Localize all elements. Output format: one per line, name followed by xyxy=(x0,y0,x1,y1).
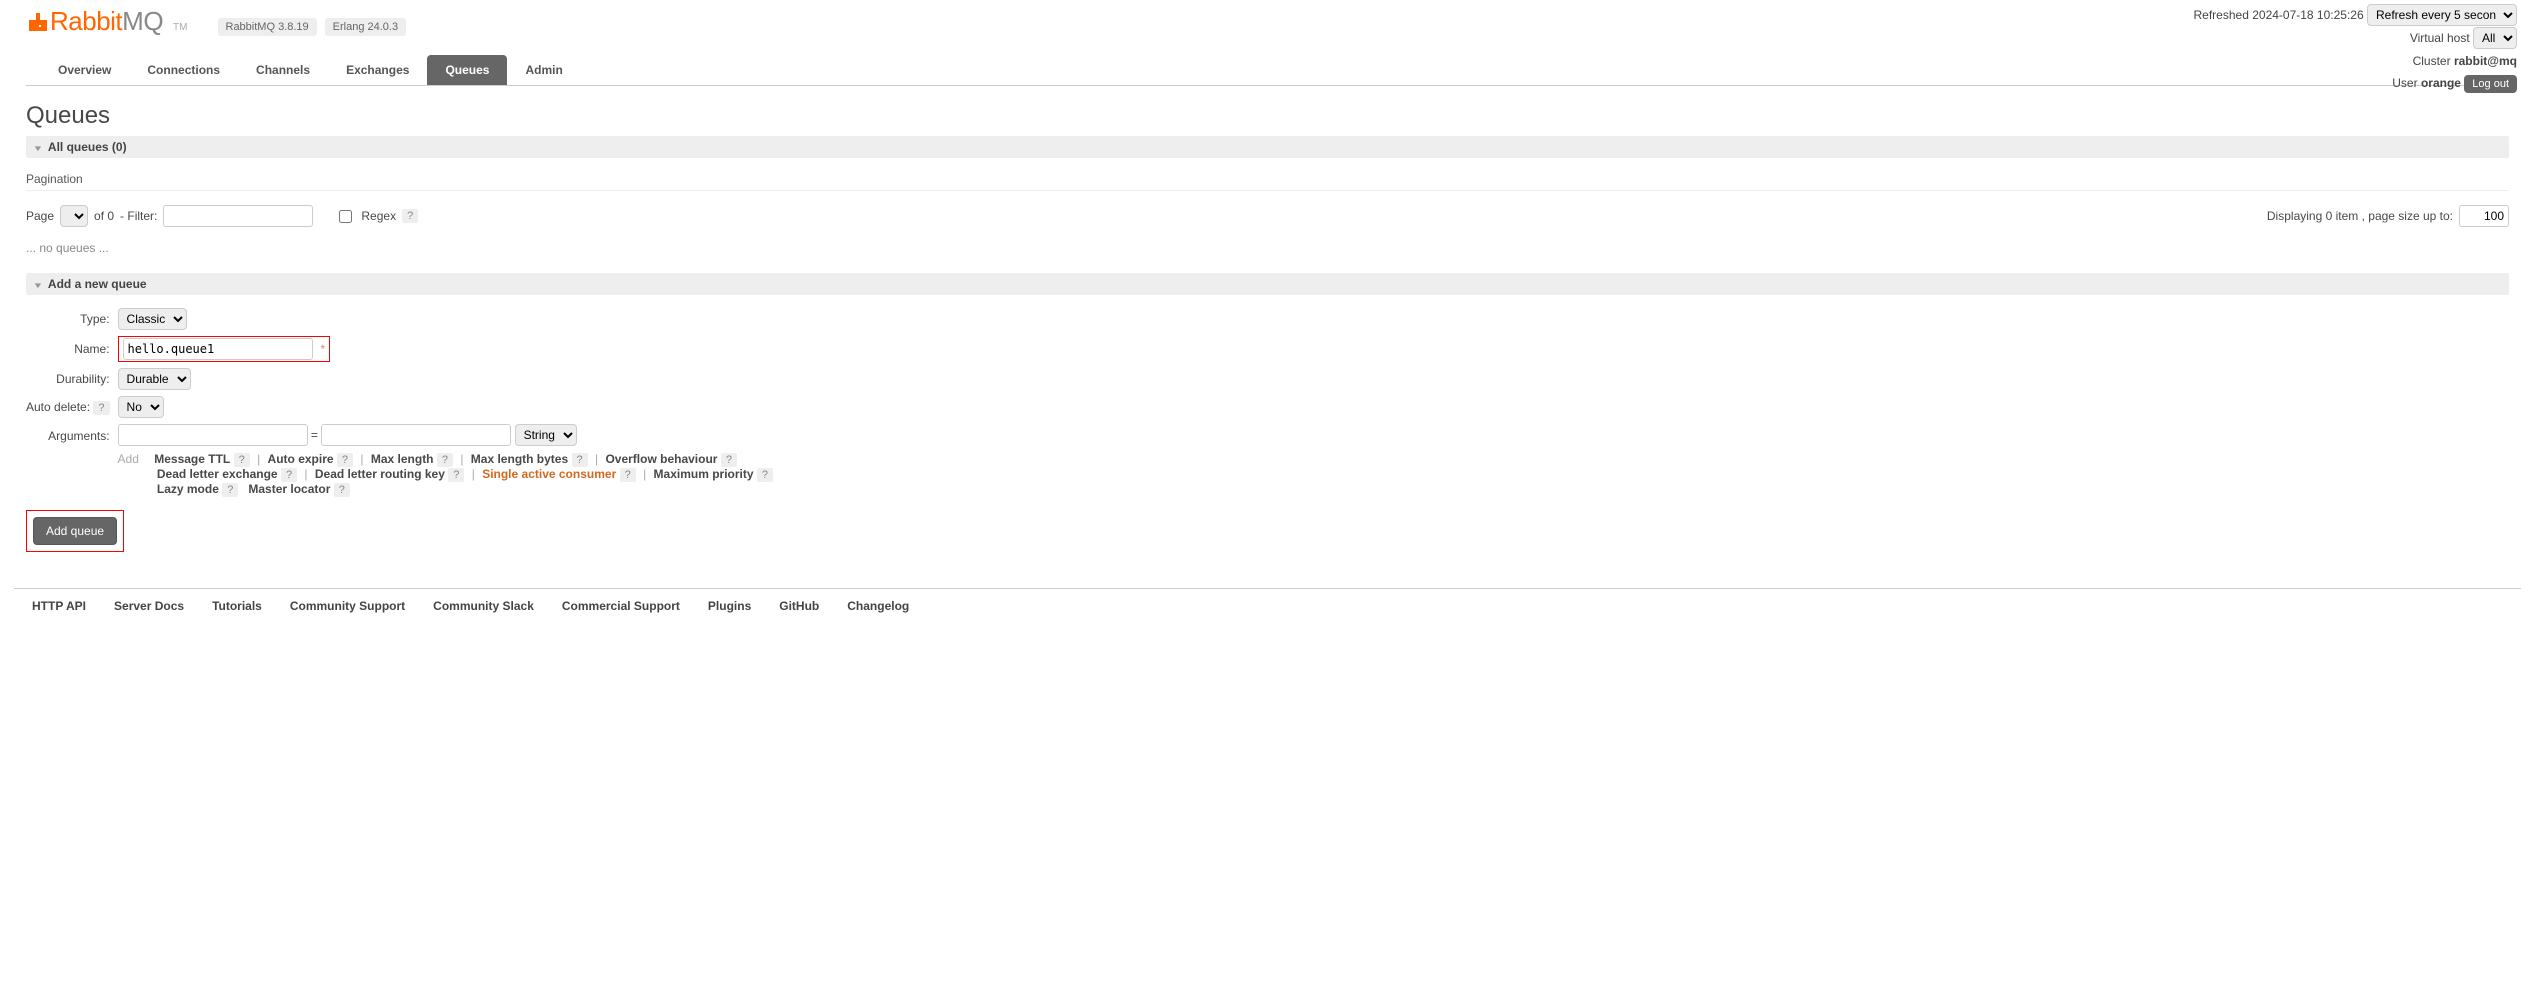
args-add-label: Add xyxy=(118,452,139,466)
version-rabbitmq: RabbitMQ 3.8.19 xyxy=(218,18,317,36)
arg-max-length[interactable]: Max length xyxy=(371,452,434,466)
arg-message-ttl[interactable]: Message TTL xyxy=(154,452,230,466)
version-erlang: Erlang 24.0.3 xyxy=(325,18,406,36)
argument-key-input[interactable] xyxy=(118,424,308,446)
logo-tm: TM xyxy=(173,22,187,33)
page-title: Queues xyxy=(26,102,2509,130)
help-icon[interactable]: ? xyxy=(281,468,297,482)
regex-help-icon[interactable]: ? xyxy=(402,209,418,223)
page-select[interactable] xyxy=(60,205,88,227)
cluster-value: rabbit@mq xyxy=(2454,54,2517,68)
help-icon[interactable]: ? xyxy=(757,468,773,482)
arguments-label: Arguments: xyxy=(26,421,118,500)
refresh-interval-select[interactable]: Refresh every 5 seconds xyxy=(2367,4,2517,26)
filter-label: - Filter: xyxy=(120,209,157,223)
regex-label: Regex xyxy=(361,209,396,223)
durability-label: Durability: xyxy=(26,365,118,393)
tab-overview[interactable]: Overview xyxy=(40,55,129,85)
footer-http-api[interactable]: HTTP API xyxy=(32,599,86,613)
name-label: Name: xyxy=(26,333,118,365)
vhost-label: Virtual host xyxy=(2410,31,2470,45)
argument-value-input[interactable] xyxy=(321,424,511,446)
regex-checkbox[interactable] xyxy=(339,210,352,223)
page-size-input[interactable] xyxy=(2459,205,2509,227)
help-icon[interactable]: ? xyxy=(620,468,636,482)
section-add-queue[interactable]: Add a new queue xyxy=(26,273,2509,295)
vhost-select[interactable]: All xyxy=(2473,27,2517,49)
help-icon[interactable]: ? xyxy=(721,453,737,467)
help-icon[interactable]: ? xyxy=(337,453,353,467)
logo-text-rabbit: Rabbit xyxy=(50,6,122,36)
no-queues-message: ... no queues ... xyxy=(26,241,2509,255)
help-icon[interactable]: ? xyxy=(222,483,238,497)
autodelete-help-icon[interactable]: ? xyxy=(93,401,109,415)
tab-queues[interactable]: Queues xyxy=(427,55,507,85)
arg-overflow-behaviour[interactable]: Overflow behaviour xyxy=(605,452,717,466)
help-icon[interactable]: ? xyxy=(572,453,588,467)
arg-single-active-consumer[interactable]: Single active consumer xyxy=(482,467,616,481)
logout-button[interactable]: Log out xyxy=(2464,75,2517,93)
pagination-caption: Pagination xyxy=(26,172,2509,191)
equals-label: = xyxy=(311,428,318,442)
arg-maximum-priority[interactable]: Maximum priority xyxy=(654,467,754,481)
arg-master-locator[interactable]: Master locator xyxy=(248,482,330,496)
type-label: Type: xyxy=(26,305,118,333)
footer-community-slack[interactable]: Community Slack xyxy=(433,599,534,613)
arg-lazy-mode[interactable]: Lazy mode xyxy=(157,482,219,496)
logo-text-mq: MQ xyxy=(122,6,163,36)
filter-input[interactable] xyxy=(163,205,313,227)
help-icon[interactable]: ? xyxy=(437,453,453,467)
tab-channels[interactable]: Channels xyxy=(238,55,328,85)
footer-plugins[interactable]: Plugins xyxy=(708,599,751,613)
durability-select[interactable]: Durable xyxy=(118,368,191,390)
user-value: orange xyxy=(2421,76,2461,90)
of-label: of 0 xyxy=(94,209,114,223)
section-all-queues[interactable]: All queues (0) xyxy=(26,136,2509,158)
footer: HTTP API Server Docs Tutorials Community… xyxy=(14,588,2521,623)
displaying-label: Displaying 0 item , page size up to: xyxy=(2267,209,2453,223)
type-select[interactable]: Classic xyxy=(118,308,187,330)
refreshed-label: Refreshed xyxy=(2194,8,2249,22)
arg-auto-expire[interactable]: Auto expire xyxy=(268,452,334,466)
nav-tabs: Overview Connections Channels Exchanges … xyxy=(26,55,2515,86)
tab-admin[interactable]: Admin xyxy=(507,55,580,85)
name-input[interactable] xyxy=(123,338,313,360)
help-icon[interactable]: ? xyxy=(234,453,250,467)
help-icon[interactable]: ? xyxy=(334,483,350,497)
refreshed-time: 2024-07-18 10:25:26 xyxy=(2252,8,2363,22)
argument-type-select[interactable]: String xyxy=(515,424,577,446)
footer-github[interactable]: GitHub xyxy=(779,599,819,613)
footer-tutorials[interactable]: Tutorials xyxy=(212,599,262,613)
arg-max-length-bytes[interactable]: Max length bytes xyxy=(471,452,568,466)
user-label: User xyxy=(2392,76,2417,90)
footer-community-support[interactable]: Community Support xyxy=(290,599,405,613)
add-queue-button[interactable]: Add queue xyxy=(33,517,117,545)
autodelete-label: Auto delete: xyxy=(26,400,90,414)
mandatory-marker: * xyxy=(321,342,326,356)
tab-connections[interactable]: Connections xyxy=(129,55,238,85)
autodelete-select[interactable]: No xyxy=(118,396,164,418)
help-icon[interactable]: ? xyxy=(448,468,464,482)
logo: RabbitMQ xyxy=(26,6,163,37)
footer-commercial-support[interactable]: Commercial Support xyxy=(562,599,680,613)
footer-server-docs[interactable]: Server Docs xyxy=(114,599,184,613)
cluster-label: Cluster xyxy=(2413,54,2451,68)
page-label: Page xyxy=(26,209,54,223)
rabbit-icon xyxy=(26,10,50,34)
arg-dead-letter-exchange[interactable]: Dead letter exchange xyxy=(157,467,278,481)
arg-dead-letter-routing-key[interactable]: Dead letter routing key xyxy=(315,467,445,481)
tab-exchanges[interactable]: Exchanges xyxy=(328,55,427,85)
footer-changelog[interactable]: Changelog xyxy=(847,599,909,613)
